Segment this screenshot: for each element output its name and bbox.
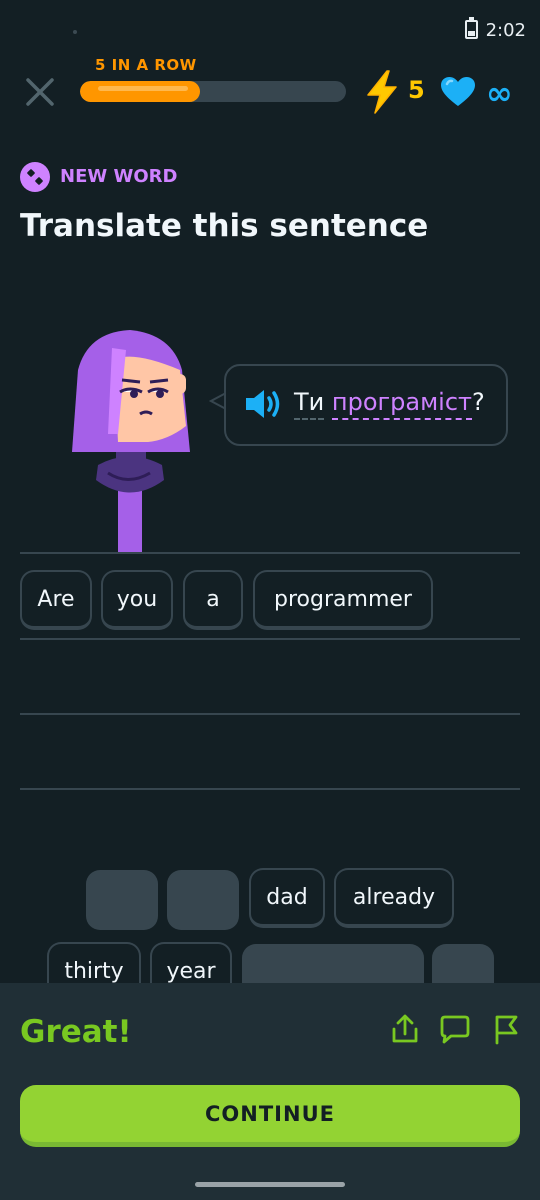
word-bank-slot-empty [86,870,158,930]
answer-line [20,713,520,715]
lightning-bolt-icon [367,70,397,114]
prompt-new-word[interactable]: програміст [331,388,473,420]
bolt-count: 5 [408,76,425,104]
answer-chip[interactable]: programmer [253,570,433,630]
word-bank-chip[interactable]: dad [249,868,325,928]
prompt-punctuation: ? [472,388,485,416]
word-bank-chip[interactable]: already [334,868,454,928]
progress-shine [98,86,188,91]
share-icon[interactable] [388,1012,422,1046]
report-flag-icon[interactable] [490,1012,524,1046]
status-time: 2:02 [485,20,526,41]
new-word-badge: NEW WORD [60,166,178,187]
home-indicator [195,1182,345,1187]
exercise-title: Translate this sentence [20,208,429,244]
heart-icon[interactable] [440,76,476,108]
answer-line [20,552,520,554]
word-bank-slot-empty [167,870,239,930]
answer-chip[interactable]: you [101,570,173,630]
battery-icon [465,17,478,39]
lives-infinity: ∞ [486,74,513,112]
close-icon[interactable] [22,74,58,110]
streak-label: 5 IN A ROW [95,56,197,74]
lily-character-illustration [72,330,190,554]
answer-line [20,638,520,640]
answer-line [20,788,520,790]
progress-fill [80,81,200,102]
lesson-progress-bar [80,81,346,102]
prompt-word[interactable]: Ти [294,388,325,420]
answer-chip[interactable]: a [183,570,243,630]
new-word-badge-icon [20,162,50,192]
comment-icon[interactable] [438,1012,472,1046]
prompt-sentence: Ти програміст? [294,388,485,420]
feedback-message: Great! [20,1014,132,1050]
speaker-icon[interactable] [244,386,284,422]
continue-button[interactable]: CONTINUE [20,1085,520,1147]
answer-chip[interactable]: Are [20,570,92,630]
camera-dot [73,30,77,34]
